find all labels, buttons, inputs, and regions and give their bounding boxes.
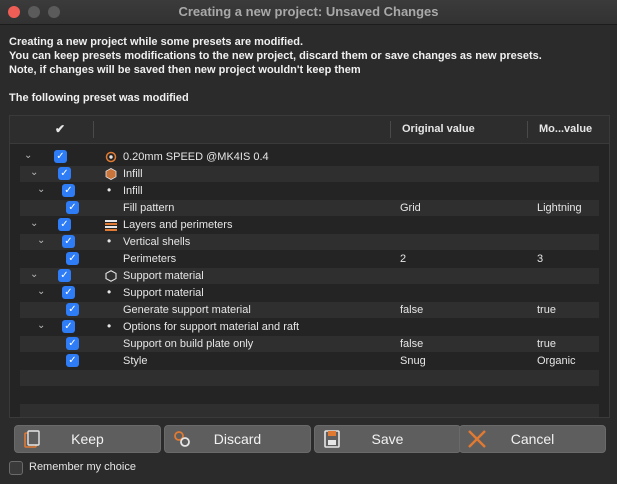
remember-choice-label[interactable]: Remember my choice [29,461,136,473]
tree-row-label: 0.20mm SPEED @MK4IS 0.4 [123,151,269,163]
bullet-icon: • [107,234,112,248]
message-line-2: You can keep presets modifications to th… [9,50,542,62]
bullet-icon: • [107,183,112,197]
message-text: Creating a new project while some preset… [9,35,542,77]
tree-row-option[interactable]: ✓ Style Snug Organic [20,353,599,369]
keep-button[interactable]: Keep [14,425,161,453]
tree-row-label: Support material [123,287,204,299]
support-material-icon [105,270,117,282]
checkbox-checked[interactable]: ✓ [62,320,75,333]
tree-row-option[interactable]: ✓ Perimeters 2 3 [20,251,599,267]
original-value: Snug [400,355,426,367]
checkbox-checked[interactable]: ✓ [62,286,75,299]
tree-row-label: Style [123,355,148,367]
message-line-1: Creating a new project while some preset… [9,36,304,48]
changes-tree[interactable]: ✔ Original value Mo...value ⌄ ✓ 0.20mm S… [9,115,610,418]
discard-button[interactable]: Discard [164,425,311,453]
keep-button-label: Keep [71,431,104,447]
tree-row-label: Infill [123,185,143,197]
chevron-down-icon[interactable]: ⌄ [30,269,38,280]
original-value: false [400,304,424,316]
save-button-label: Save [371,431,404,447]
tree-row-group[interactable]: ⌄ ✓ • Options for support material and r… [20,319,599,335]
tree-row-label: Perimeters [123,253,177,265]
tree-row-label: Infill [123,168,143,180]
checkbox-checked[interactable]: ✓ [62,235,75,248]
tree-row-label: Support on build plate only [123,338,254,350]
cancel-button-label: Cancel [510,431,555,447]
infill-icon [105,168,117,180]
chevron-down-icon[interactable]: ⌄ [37,235,45,246]
tree-row-label: Generate support material [123,304,251,316]
chevron-down-icon[interactable]: ⌄ [37,320,45,331]
tree-row-preset[interactable]: ⌄ ✓ 0.20mm SPEED @MK4IS 0.4 [20,149,599,165]
original-value: false [400,338,424,350]
tree-row-label: Support material [123,270,204,282]
chevron-down-icon[interactable]: ⌄ [30,167,38,178]
message-line-3: Note, if changes will be saved then new … [9,64,361,76]
gear-icon [105,151,117,163]
empty-row [20,404,599,417]
checkbox-checked[interactable]: ✓ [54,150,67,163]
modified-value: true [537,304,556,316]
checkbox-checked[interactable]: ✓ [58,269,71,282]
tree-row-category[interactable]: ⌄ ✓ Support material [20,268,599,284]
tree-row-group[interactable]: ⌄ ✓ • Vertical shells [20,234,599,250]
modified-value: Lightning [537,202,582,214]
empty-row [20,370,599,386]
checkbox-checked[interactable]: ✓ [66,354,79,367]
original-value: 2 [400,253,407,265]
chevron-down-icon[interactable]: ⌄ [37,184,45,195]
tree-row-option[interactable]: ✓ Support on build plate only false true [20,336,599,352]
tree-row-option[interactable]: ✓ Fill pattern Grid Lightning [20,200,599,216]
checkbox-checked[interactable]: ✓ [66,303,79,316]
column-header-modified[interactable]: Mo...value [539,123,592,135]
cancel-button[interactable]: Cancel [459,425,606,453]
tree-row-group[interactable]: ⌄ ✓ • Infill [20,183,599,199]
checkbox-checked[interactable]: ✓ [66,201,79,214]
header-divider [93,121,94,138]
tree-row-label: Fill pattern [123,202,175,214]
modified-value: true [537,338,556,350]
tree-row-category[interactable]: ⌄ ✓ Infill [20,166,599,182]
remember-choice-checkbox[interactable] [9,461,23,475]
layers-icon [105,220,117,231]
modified-value: 3 [537,253,544,265]
chevron-down-icon[interactable]: ⌄ [30,218,38,229]
title-bar: Creating a new project: Unsaved Changes [0,0,617,25]
save-button[interactable]: Save [314,425,461,453]
original-value: Grid [400,202,421,214]
column-header-original[interactable]: Original value [402,123,475,135]
tree-row-label: Options for support material and raft [123,321,300,333]
checkbox-checked[interactable]: ✓ [66,337,79,350]
modified-value: Organic [537,355,576,367]
tree-header: ✔ Original value Mo...value [10,116,609,144]
checkbox-checked[interactable]: ✓ [66,252,79,265]
checkbox-checked[interactable]: ✓ [58,167,71,180]
discard-button-label: Discard [213,431,262,447]
checkbox-checked[interactable]: ✓ [58,218,71,231]
bullet-icon: • [107,319,112,333]
window-title: Creating a new project: Unsaved Changes [178,4,439,19]
chevron-down-icon[interactable]: ⌄ [37,286,45,297]
header-divider [527,121,528,138]
tree-row-label: Layers and perimeters [123,219,233,231]
column-header-check[interactable]: ✔ [55,122,65,136]
checkbox-checked[interactable]: ✓ [62,184,75,197]
tree-row-group[interactable]: ⌄ ✓ • Support material [20,285,599,301]
tree-row-category[interactable]: ⌄ ✓ Layers and perimeters [20,217,599,233]
header-divider [390,121,391,138]
tree-row-option[interactable]: ✓ Generate support material false true [20,302,599,318]
bullet-icon: • [107,285,112,299]
tree-row-label: Vertical shells [123,236,191,248]
chevron-down-icon[interactable]: ⌄ [24,150,32,161]
modified-preset-heading: The following preset was modified [9,92,189,104]
